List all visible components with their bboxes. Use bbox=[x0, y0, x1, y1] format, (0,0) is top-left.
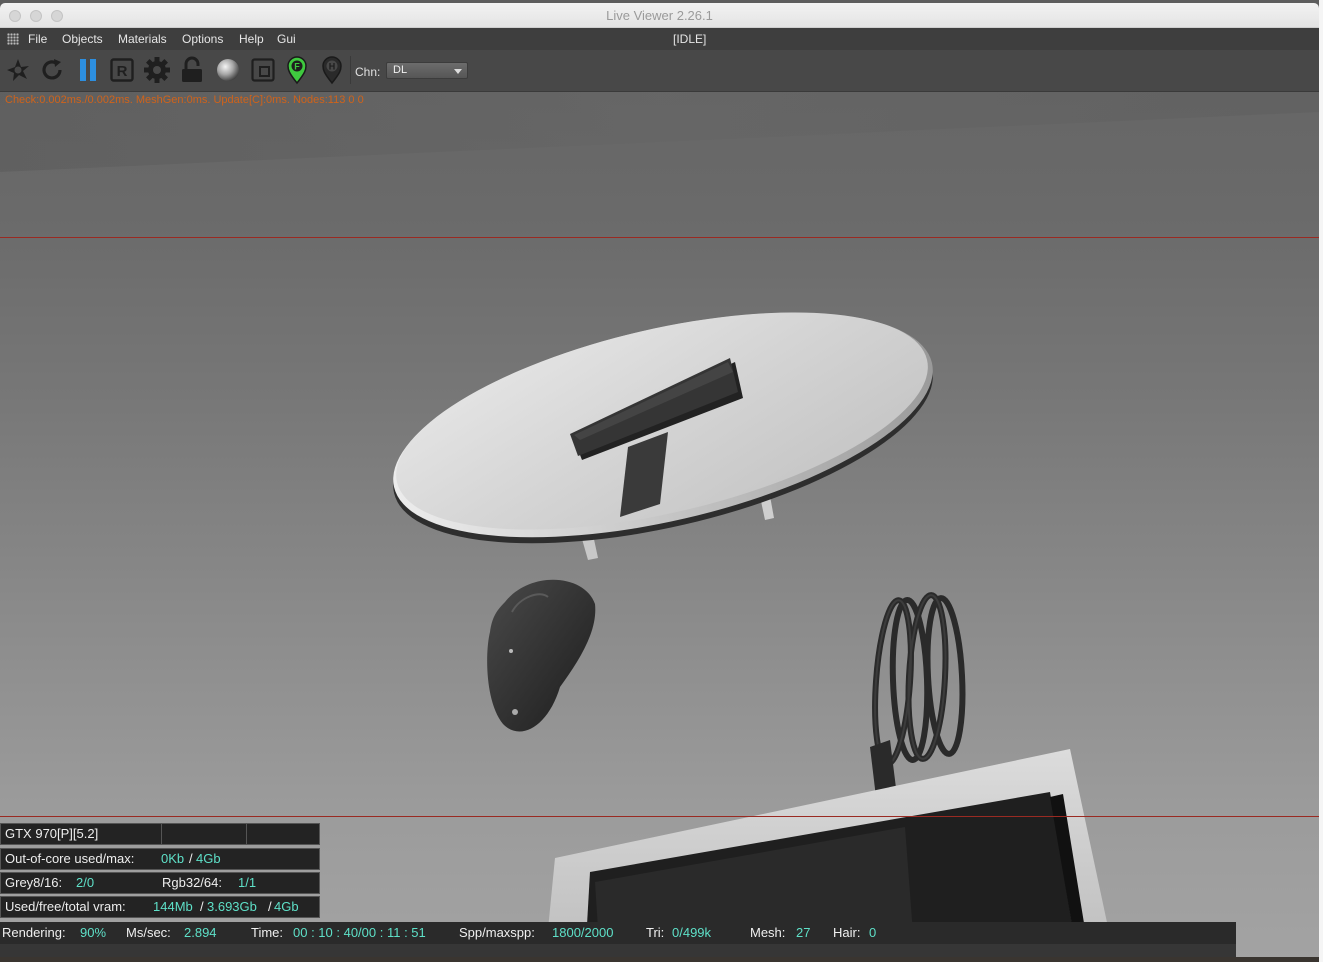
title-bar: Live Viewer 2.26.1 bbox=[0, 3, 1319, 28]
region-icon bbox=[251, 58, 275, 82]
gear-icon bbox=[144, 57, 170, 83]
window-title: Live Viewer 2.26.1 bbox=[606, 8, 713, 23]
rgb-label: Rgb32/64: bbox=[162, 875, 222, 890]
tri-value: 0/499k bbox=[672, 925, 712, 940]
render-status-bar: Rendering: 90% Ms/sec: 2.894 Time: 00 : … bbox=[0, 922, 1236, 944]
hdr-pick-button[interactable]: H bbox=[318, 55, 346, 85]
region-render-button[interactable]: R bbox=[108, 55, 136, 85]
background-window-strip bbox=[0, 957, 1323, 962]
focus-pick-button[interactable]: F bbox=[283, 55, 311, 85]
vram-total-value: 4Gb bbox=[274, 899, 299, 914]
pause-button[interactable] bbox=[74, 55, 102, 85]
cell-divider bbox=[246, 824, 247, 844]
grip-icon bbox=[7, 33, 19, 45]
tri-label: Tri: bbox=[646, 925, 665, 940]
ms-value: 2.894 bbox=[184, 925, 217, 940]
hair-value: 0 bbox=[869, 925, 877, 940]
mesh-label: Mesh: bbox=[750, 925, 786, 940]
vram-label: Used/free/total vram: bbox=[5, 899, 126, 914]
lock-button[interactable] bbox=[178, 55, 206, 85]
live-viewer-window: Live Viewer 2.26.1 File Objects Material… bbox=[0, 3, 1319, 960]
mesh-value: 27 bbox=[796, 925, 811, 940]
pause-icon bbox=[80, 59, 96, 81]
channel-select-value: DL bbox=[393, 64, 408, 76]
hair-label: Hair: bbox=[833, 925, 861, 940]
render-state-label: [IDLE] bbox=[673, 32, 707, 46]
region-bottom-line bbox=[0, 816, 1319, 817]
toolbar-separator bbox=[350, 56, 351, 84]
restart-button[interactable] bbox=[4, 55, 32, 85]
cell-divider bbox=[161, 824, 162, 844]
time-label: Time: bbox=[251, 925, 284, 940]
material-ball-icon bbox=[217, 59, 239, 81]
menu-bar: File Objects Materials Options Help Gui … bbox=[0, 28, 1319, 50]
menu-help[interactable]: Help bbox=[239, 32, 264, 46]
restart-icon bbox=[7, 59, 29, 81]
ms-label: Ms/sec: bbox=[126, 925, 171, 940]
texture-row: Grey8/16: 2/0 Rgb32/64: 1/1 bbox=[0, 872, 320, 894]
background-window-edge bbox=[1319, 0, 1323, 962]
gpu-name: GTX 970[P][5.2] bbox=[5, 826, 99, 841]
focus-pin-letter: F bbox=[294, 62, 300, 72]
ooc-used-value: 0Kb bbox=[161, 851, 185, 866]
region-top-line bbox=[0, 237, 1319, 238]
grey-label: Grey8/16: bbox=[5, 875, 63, 890]
settings-button[interactable] bbox=[143, 55, 171, 85]
material-preview-button[interactable] bbox=[214, 55, 242, 85]
grey-value: 2/0 bbox=[76, 875, 95, 890]
channel-select[interactable]: DL bbox=[386, 62, 468, 79]
rgb-value: 1/1 bbox=[238, 875, 257, 890]
menu-options[interactable]: Options bbox=[182, 32, 223, 46]
ooc-label: Out-of-core used/max: bbox=[5, 851, 135, 866]
chevron-down-icon bbox=[454, 69, 462, 74]
menu-materials[interactable]: Materials bbox=[118, 32, 167, 46]
menu-gui[interactable]: Gui bbox=[277, 32, 296, 46]
render-stats-line: Check:0.002ms./0.002ms. MeshGen:0ms. Upd… bbox=[5, 94, 364, 106]
hdr-pin-icon: H bbox=[322, 56, 342, 85]
channel-label: Chn: bbox=[355, 65, 381, 79]
ooc-row: Out-of-core used/max: 0Kb / 4Gb bbox=[0, 848, 320, 870]
time-value: 00 : 10 : 40/00 : 11 : 51 bbox=[293, 925, 426, 940]
spp-value: 1800/2000 bbox=[552, 925, 614, 940]
gpu-row: GTX 970[P][5.2] bbox=[0, 823, 320, 845]
rendering-value: 90% bbox=[80, 925, 107, 940]
vram-free-value: 3.693Gb bbox=[207, 899, 257, 914]
menu-file[interactable]: File bbox=[28, 32, 47, 46]
refresh-button[interactable] bbox=[38, 55, 66, 85]
r-icon: R bbox=[110, 58, 134, 82]
vram-used-value: 144Mb bbox=[153, 899, 193, 914]
hdr-pin-letter: H bbox=[329, 62, 336, 72]
menu-objects[interactable]: Objects bbox=[62, 32, 103, 46]
ooc-max-value: 4Gb bbox=[196, 851, 221, 866]
focus-pin-icon: F bbox=[287, 56, 307, 85]
vram-row: Used/free/total vram: 144Mb / 3.693Gb / … bbox=[0, 896, 320, 918]
rendering-label: Rendering: bbox=[2, 925, 66, 940]
spp-label: Spp/maxspp: bbox=[459, 925, 535, 940]
lock-icon bbox=[182, 56, 202, 82]
r-letter: R bbox=[117, 63, 128, 80]
refresh-icon bbox=[42, 59, 62, 80]
toolbar: R F H Chn: DL bbox=[0, 50, 1319, 92]
region-button[interactable] bbox=[249, 55, 277, 85]
